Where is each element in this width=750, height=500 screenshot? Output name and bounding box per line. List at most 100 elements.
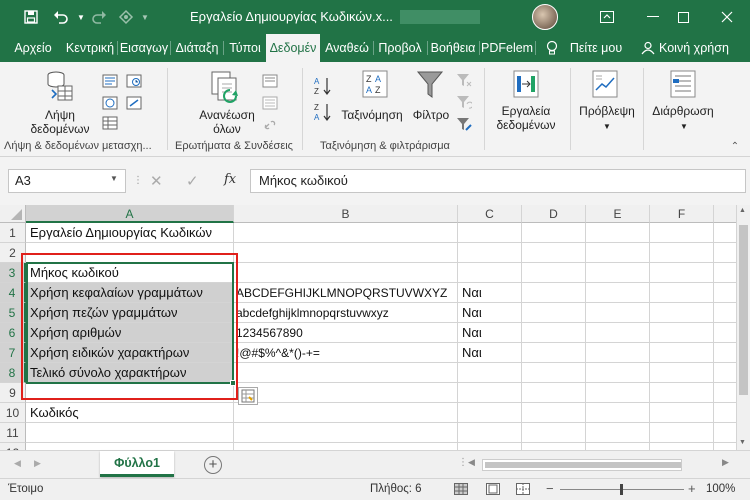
column-header-a[interactable]: A bbox=[26, 205, 234, 223]
row-header-12[interactable]: 12 bbox=[0, 443, 26, 450]
column-header-g[interactable] bbox=[714, 205, 736, 223]
forecast-dropdown-icon[interactable]: ▼ bbox=[600, 120, 614, 134]
page-break-view-icon[interactable] bbox=[516, 483, 530, 498]
undo-icon[interactable] bbox=[50, 6, 72, 28]
add-sheet-button[interactable]: + bbox=[204, 456, 222, 474]
close-button[interactable] bbox=[704, 0, 750, 34]
scroll-right-icon[interactable]: ▶ bbox=[722, 457, 729, 468]
redo-icon bbox=[88, 6, 110, 28]
formula-input[interactable]: Μήκος κωδικού bbox=[250, 169, 746, 193]
reapply-filter-icon bbox=[456, 94, 474, 113]
refresh-all-button[interactable]: Ανανέωση όλων bbox=[190, 108, 264, 136]
insert-function-icon[interactable]: fx bbox=[224, 172, 236, 187]
sheet-tab-1[interactable]: Φύλλο1 bbox=[100, 451, 174, 477]
filter-button[interactable]: Φίλτρο bbox=[410, 108, 452, 122]
sort-z-a-icon[interactable]: ZA bbox=[314, 102, 332, 125]
tab-view[interactable]: Προβολ bbox=[375, 34, 425, 62]
cell-b7[interactable]: !@#$%^&*()-+= bbox=[232, 343, 320, 363]
scroll-left-icon[interactable]: ◀ bbox=[468, 457, 475, 468]
row-header-1[interactable]: 1 bbox=[0, 223, 26, 243]
cell-c7[interactable]: Ναι bbox=[458, 343, 482, 363]
recent-sources-icon[interactable] bbox=[126, 74, 142, 91]
formula-bar: A3 ▼ ⋮ ✕ ✓ fx Μήκος κωδικού bbox=[0, 157, 750, 205]
horizontal-scroll-thumb[interactable] bbox=[485, 462, 681, 468]
cancel-formula-icon[interactable]: ✕ bbox=[150, 172, 163, 190]
outline-dropdown-icon[interactable]: ▼ bbox=[677, 120, 691, 134]
horizontal-scrollbar[interactable] bbox=[482, 459, 682, 471]
advanced-filter-icon[interactable] bbox=[456, 116, 472, 135]
tab-page-layout[interactable]: Διάταξη bbox=[172, 34, 222, 62]
svg-text:A: A bbox=[366, 85, 372, 95]
cell-c6[interactable]: Ναι bbox=[458, 323, 482, 343]
lightbulb-icon[interactable] bbox=[544, 34, 560, 62]
tab-home[interactable]: Κεντρική bbox=[64, 34, 116, 62]
cell-b5[interactable]: abcdefghijklmnopqrstuvwxyz bbox=[232, 303, 389, 323]
tab-help[interactable]: Βοήθεια bbox=[428, 34, 478, 62]
queries-connections-icon[interactable] bbox=[262, 74, 278, 91]
sort-a-z-icon[interactable]: AZ bbox=[314, 76, 332, 99]
zoom-in-icon[interactable]: + bbox=[688, 481, 696, 496]
scroll-down-icon[interactable]: ▼ bbox=[739, 439, 746, 446]
vertical-scrollbar[interactable]: ▲ ▼ bbox=[736, 205, 750, 450]
select-all-corner[interactable] bbox=[0, 205, 26, 223]
confirm-formula-icon[interactable]: ✓ bbox=[186, 172, 199, 190]
column-header-d[interactable]: D bbox=[522, 205, 586, 223]
column-header-e[interactable]: E bbox=[586, 205, 650, 223]
next-sheet-icon[interactable]: ▶ bbox=[34, 458, 41, 469]
tell-me-search[interactable]: Πείτε μου bbox=[566, 34, 626, 62]
tab-insert[interactable]: Εισαγωγ bbox=[118, 34, 170, 62]
row-header-10[interactable]: 10 bbox=[0, 403, 26, 423]
cell-c5[interactable]: Ναι bbox=[458, 303, 482, 323]
quick-analysis-icon[interactable] bbox=[238, 387, 258, 405]
share-person-icon[interactable] bbox=[640, 34, 656, 62]
tab-split-handle-icon[interactable]: ⋮ bbox=[458, 457, 468, 468]
existing-connections-icon[interactable] bbox=[126, 96, 142, 113]
save-icon[interactable] bbox=[20, 6, 42, 28]
maximize-button[interactable] bbox=[660, 0, 706, 34]
name-box-dropdown-icon[interactable]: ▼ bbox=[110, 174, 118, 183]
scrollbar-thumb[interactable] bbox=[739, 225, 748, 395]
normal-view-icon[interactable] bbox=[454, 483, 468, 498]
cell-c4[interactable]: Ναι bbox=[458, 283, 482, 303]
from-text-icon[interactable] bbox=[102, 74, 118, 91]
zoom-slider-thumb[interactable] bbox=[620, 484, 623, 495]
column-header-c[interactable]: C bbox=[458, 205, 522, 223]
customize-qat-icon[interactable]: ▼ bbox=[134, 6, 156, 28]
from-table-icon[interactable] bbox=[102, 116, 118, 133]
get-data-button[interactable]: Λήψη δεδομένων bbox=[22, 108, 98, 136]
ribbon-tab-row: Αρχείο Κεντρική Εισαγωγ Διάταξη Τύποι Δε… bbox=[0, 34, 750, 62]
column-header-f[interactable]: F bbox=[650, 205, 714, 223]
sort-button[interactable]: Ταξινόμηση bbox=[334, 108, 410, 122]
data-tools-button[interactable]: Εργαλεία δεδομένων bbox=[490, 104, 562, 132]
tab-file[interactable]: Αρχείο bbox=[8, 34, 58, 62]
cell-a10[interactable]: Κωδικός bbox=[26, 403, 79, 423]
ribbon-display-options-icon[interactable] bbox=[584, 0, 630, 34]
cell-b4[interactable]: ABCDEFGHIJKLMNOPQRSTUVWXYZ bbox=[232, 283, 447, 303]
user-avatar[interactable] bbox=[532, 4, 558, 30]
tab-data[interactable]: Δεδομέν bbox=[266, 34, 320, 62]
svg-text:A: A bbox=[314, 77, 320, 86]
cell-a1[interactable]: Εργαλείο Δημιουργίας Κωδικών bbox=[26, 223, 212, 243]
zoom-out-icon[interactable]: − bbox=[546, 481, 554, 496]
redacted-region bbox=[400, 10, 480, 24]
from-web-icon[interactable] bbox=[102, 96, 118, 113]
zoom-level[interactable]: 100% bbox=[706, 483, 735, 495]
group-label-sort-filter: Ταξινόμηση & φιλτράρισμα bbox=[320, 140, 450, 152]
name-box[interactable]: A3 bbox=[8, 169, 126, 193]
group-divider bbox=[484, 68, 485, 150]
tab-review[interactable]: Αναθεώ bbox=[322, 34, 372, 62]
status-count: Πλήθος: 6 bbox=[370, 483, 422, 495]
column-header-b[interactable]: B bbox=[234, 205, 458, 223]
scroll-up-icon[interactable]: ▲ bbox=[739, 207, 746, 214]
tab-formulas[interactable]: Τύποι bbox=[225, 34, 265, 62]
page-layout-view-icon[interactable] bbox=[486, 483, 500, 498]
tab-pdfelement[interactable]: PDFelem bbox=[481, 34, 533, 62]
prev-sheet-icon[interactable]: ◀ bbox=[14, 458, 21, 469]
cell-b6[interactable]: 1234567890 bbox=[232, 323, 303, 343]
outline-button[interactable]: Διάρθρωση bbox=[648, 104, 718, 118]
svg-text:Z: Z bbox=[314, 87, 319, 96]
forecast-button[interactable]: Πρόβλεψη bbox=[578, 104, 636, 118]
share-button[interactable]: Κοινή χρήση bbox=[658, 34, 730, 62]
row-header-11[interactable]: 11 bbox=[0, 423, 26, 443]
collapse-ribbon-icon[interactable]: ⌃ bbox=[728, 140, 742, 154]
